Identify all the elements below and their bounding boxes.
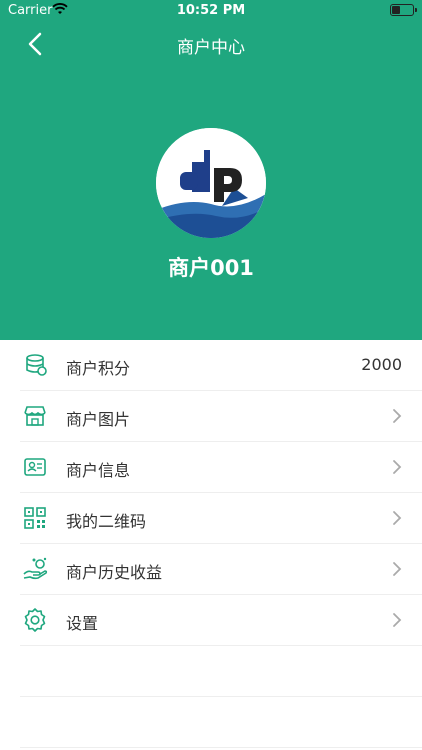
menu-item-points[interactable]: 商户积分 2000 — [20, 340, 422, 391]
menu-item-label: 商户历史收益 — [66, 563, 163, 582]
store-icon — [24, 406, 46, 426]
income-icon — [23, 557, 48, 580]
id-card-icon — [24, 458, 46, 476]
points-value: 2000 — [361, 355, 402, 374]
chevron-right-icon — [393, 562, 402, 576]
empty-row — [20, 697, 422, 748]
menu-item-merchant-info[interactable]: 商户信息 — [20, 442, 422, 493]
menu-item-label: 设置 — [66, 614, 99, 633]
menu-item-label: 我的二维码 — [66, 512, 147, 531]
menu-item-settings[interactable]: 设置 — [20, 595, 422, 646]
qrcode-icon — [24, 507, 46, 529]
chevron-right-icon — [393, 409, 402, 423]
chevron-right-icon — [393, 460, 402, 474]
status-time: 10:52 PM — [176, 3, 246, 18]
menu-item-label: 商户图片 — [66, 410, 131, 429]
gear-icon — [24, 608, 46, 632]
page-title: 商户中心 — [177, 38, 245, 58]
menu-list: 商户积分 2000 商户图片 商户信息 我的二维码 商户历史收益 设置 — [0, 340, 422, 748]
status-bar: Carrier 10:52 PM — [0, 0, 422, 22]
merchant-name: 商户001 — [168, 256, 254, 280]
empty-row — [20, 646, 422, 697]
menu-item-qrcode[interactable]: 我的二维码 — [20, 493, 422, 544]
menu-item-income-history[interactable]: 商户历史收益 — [20, 544, 422, 595]
merchant-logo-icon — [156, 128, 266, 238]
header: Carrier 10:52 PM 商户中心 商户001 — [0, 0, 422, 340]
menu-item-label: 商户信息 — [66, 461, 131, 480]
battery-icon — [390, 4, 417, 16]
chevron-right-icon — [393, 613, 402, 627]
menu-item-store-images[interactable]: 商户图片 — [20, 391, 422, 442]
merchant-avatar[interactable] — [156, 128, 266, 238]
menu-item-label: 商户积分 — [66, 359, 131, 378]
points-icon — [26, 354, 47, 376]
chevron-right-icon — [393, 511, 402, 525]
